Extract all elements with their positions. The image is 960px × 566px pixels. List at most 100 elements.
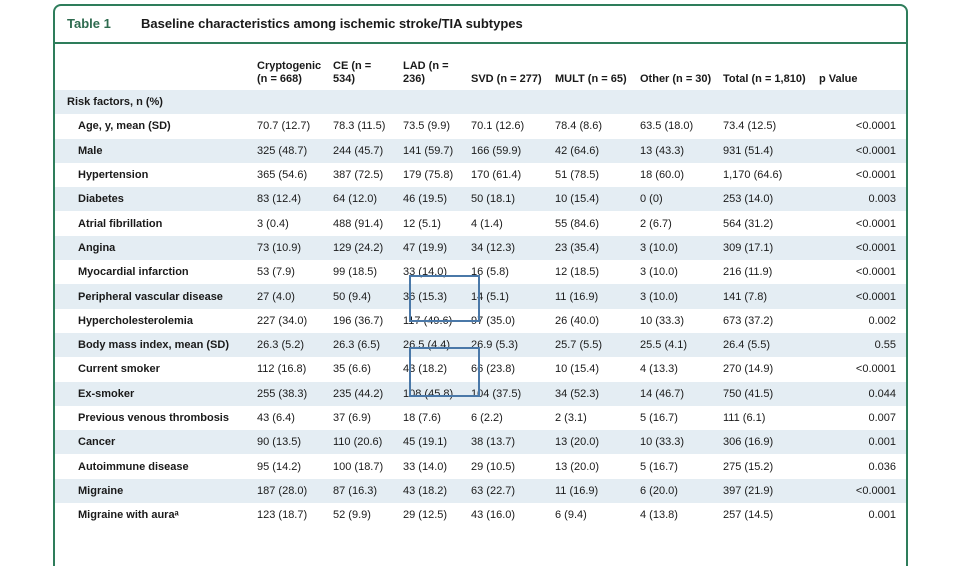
table-title: Baseline characteristics among ischemic …: [141, 16, 523, 31]
table-cell: 26.9 (5.3): [471, 339, 519, 352]
table-cell: 100 (18.7): [333, 460, 384, 473]
table-cell: 196 (36.7): [333, 314, 384, 327]
table-cell: 26.3 (6.5): [333, 339, 381, 352]
table-frame: Table 1 Baseline characteristics among i…: [53, 4, 908, 566]
table-cell: [636, 90, 719, 114]
table-cell: 50 (9.4): [333, 290, 371, 303]
p-value-cell: 0.55: [874, 339, 896, 352]
table-cell: 255 (38.3): [257, 387, 308, 400]
table-row: Myocardial infarction 53 (7.9) 99 (18.5) 33…: [55, 260, 906, 285]
row-label: Ex-smoker: [78, 387, 135, 400]
table-row: Atrial fibrillation 3 (0.4) 488 (91.4) 12 (…: [55, 211, 906, 236]
table-cell: 43 (16.0): [471, 509, 516, 522]
p-value-cell: <0.0001: [855, 290, 896, 303]
row-label: Myocardial infarction: [78, 266, 189, 279]
table-cell: 110 (20.6): [333, 436, 383, 449]
table-cell: 235 (44.2): [333, 387, 384, 400]
p-value-cell: <0.0001: [855, 217, 896, 230]
table-cell: 179 (75.8): [403, 169, 454, 182]
table-cell: 325 (48.7): [257, 144, 308, 157]
table-cell: 90 (13.5): [257, 436, 302, 449]
table-row: Migraine 187 (28.0) 87 (16.3) 43 (18.2) 63 (…: [55, 478, 906, 504]
table-row: Ex-smoker 255 (38.3) 235 (44.2) 108 (45.8) 1…: [55, 381, 906, 406]
table-row: Diabetes 83 (12.4) 64 (12.0) 46 (19.5) 50 (1…: [55, 187, 906, 212]
table-cell: 387 (72.5): [333, 169, 384, 182]
table-cell: 111 (6.1): [723, 412, 766, 424]
table-cell: 55 (84.6): [555, 217, 600, 230]
table-row: Cancer 90 (13.5) 110 (20.6) 45 (19.1) 38 (13…: [55, 430, 906, 455]
table-row: Male 325 (48.7) 244 (45.7) 141 (59.7) 166 (5…: [55, 138, 906, 163]
p-value-cell: <0.0001: [855, 241, 896, 254]
table-cell: 87 (16.3): [333, 484, 378, 497]
row-label: Hypertension: [78, 169, 149, 182]
table-cell: 10 (15.4): [555, 193, 600, 206]
table-row: Age, y, mean (SD) 70.7 (12.7) 78.3 (11.5) 7…: [55, 114, 906, 139]
table-cell: 11 (16.9): [555, 290, 599, 303]
table-cell: 33 (14.0): [403, 266, 448, 279]
table-cell: 187 (28.0): [257, 484, 308, 497]
table-cell: 1,170 (64.6): [723, 169, 783, 182]
header-rule: [55, 42, 906, 44]
table-cell: 37 (6.9): [333, 412, 371, 424]
table-cell: 25.7 (5.5): [555, 339, 603, 352]
table-cell: 257 (14.5): [723, 509, 774, 522]
column-header: Cryptogenic (n = 668): [257, 60, 322, 85]
table-cell: 35 (6.6): [333, 363, 371, 376]
table-cell: 253 (14.0): [723, 193, 774, 206]
row-label: Age, y, mean (SD): [78, 120, 171, 133]
table-cell: 23 (35.4): [555, 241, 600, 254]
table-cell: 70.1 (12.6): [471, 120, 525, 133]
p-value-cell: 0.001: [868, 436, 896, 449]
row-label: Male: [78, 144, 103, 157]
table-cell: 95 (14.2): [257, 460, 302, 473]
table-cell: [253, 90, 329, 114]
p-value-cell: 0.036: [868, 460, 896, 473]
table-cell: 3 (0.4): [257, 217, 289, 230]
table-cell: 2 (3.1): [555, 412, 587, 424]
table-cell: 43 (18.2): [403, 484, 448, 497]
table-cell: 397 (21.9): [723, 484, 774, 497]
column-header: SVD (n = 277): [471, 73, 542, 85]
table-cell: 73.5 (9.9): [403, 120, 451, 133]
table-cell: 73 (10.9): [257, 241, 302, 254]
table-cell: 6 (2.2): [471, 412, 503, 424]
column-header: MULT (n = 65): [555, 73, 627, 85]
table-cell: 6 (9.4): [555, 509, 587, 522]
table-cell: 25.5 (4.1): [640, 339, 688, 352]
table-cell: 244 (45.7): [333, 144, 384, 157]
table-cell: [551, 90, 636, 114]
row-label: Atrial fibrillation: [78, 217, 163, 230]
table-cell: 112 (16.8): [257, 363, 307, 376]
table-cell: 170 (61.4): [471, 169, 522, 182]
table-cell: 306 (16.9): [723, 436, 774, 449]
row-label: Previous venous thrombosis: [78, 412, 229, 424]
table-row: Hypertension 365 (54.6) 387 (72.5) 179 (75.…: [55, 162, 906, 188]
table-cell: [467, 90, 551, 114]
column-header: Total (n = 1,810): [723, 73, 806, 85]
table-cell: 53 (7.9): [257, 266, 295, 279]
table-cell: 52 (9.9): [333, 509, 371, 522]
table-cell: 11 (16.9): [555, 484, 599, 497]
column-header: p Value: [819, 73, 858, 85]
table-cell: 4 (1.4): [471, 217, 503, 230]
table-cell: 123 (18.7): [257, 509, 308, 522]
table-row: Previous venous thrombosis 43 (6.4) 37 (6.…: [55, 405, 906, 431]
table-cell: 10 (15.4): [555, 363, 600, 376]
column-header: CE (n = 534): [333, 60, 372, 85]
p-value-cell: <0.0001: [855, 363, 896, 376]
table-cell: 13 (20.0): [555, 436, 600, 449]
table-cell: 13 (20.0): [555, 460, 600, 473]
p-value-cell: 0.002: [868, 314, 896, 327]
row-label: Body mass index, mean (SD): [78, 339, 229, 352]
table-cell: 216 (11.9): [723, 266, 773, 279]
table-cell: 141 (59.7): [403, 144, 454, 157]
table-cell: 43 (18.2): [403, 363, 448, 376]
row-label: Migraine with auraᵃ: [78, 509, 179, 522]
table-cell: 34 (52.3): [555, 387, 600, 400]
row-label: Diabetes: [78, 193, 124, 206]
row-label: Hypercholesterolemia: [78, 314, 193, 327]
p-value-cell: <0.0001: [855, 484, 896, 497]
table-cell: 365 (54.6): [257, 169, 308, 182]
table-cell: 45 (19.1): [403, 436, 448, 449]
column-header: Other (n = 30): [640, 73, 712, 85]
